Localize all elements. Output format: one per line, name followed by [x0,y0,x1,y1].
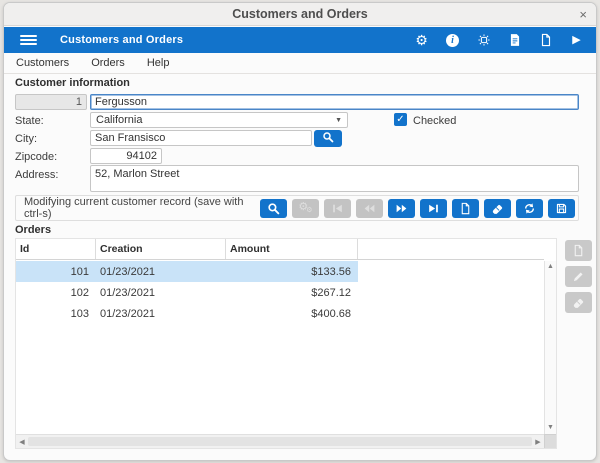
file-blank-icon [572,244,585,257]
next-record-button[interactable] [388,198,415,218]
menu-bar: Customers Orders Help [4,53,596,74]
close-icon[interactable]: × [579,3,587,26]
last-record-button[interactable] [420,198,447,218]
settings-gear-icon[interactable]: ⚙ [414,33,429,48]
pencil-icon [572,270,585,283]
checked-label: Checked [413,115,457,127]
column-header-amount[interactable]: Amount [226,239,358,259]
table-cell: 01/23/2021 [100,265,156,278]
window-titlebar[interactable]: Customers and Orders × [4,3,596,26]
table-cell: 103 [70,307,89,320]
search-icon [322,131,334,146]
refresh-icon [523,202,536,215]
table-cell: $267.12 [311,286,351,299]
scrollbar-corner [544,434,556,448]
save-button[interactable] [548,198,575,218]
city-label: City: [15,133,37,145]
delete-order-button [565,292,592,313]
record-status-bar: Modifying current customer record (save … [15,195,579,221]
horizontal-scrollbar[interactable]: ◀ ▶ [16,434,544,448]
blank-file-icon[interactable] [538,33,553,48]
run-play-icon[interactable]: ▶ [569,33,584,48]
zipcode-label: Zipcode: [15,151,58,163]
orders-table: Id Creation Amount 101 01/23/2021 $133.56 1… [15,238,557,449]
info-icon[interactable]: i [445,33,460,48]
table-cell: $400.68 [311,307,351,320]
state-select[interactable]: California ▼ [90,112,348,128]
save-icon [555,202,568,215]
search-record-button[interactable] [260,198,287,218]
customer-name-input[interactable] [90,94,579,110]
app-title: Customers and Orders [60,34,184,46]
appbar-icon-group: ⚙ i ▶ [414,33,584,48]
eraser-icon [572,296,585,309]
table-cell: 101 [70,265,89,278]
menu-customers[interactable]: Customers [16,57,69,69]
address-label: Address: [15,169,59,181]
preferences-chip-icon[interactable] [476,33,491,48]
scroll-up-icon[interactable]: ▲ [545,262,556,272]
table-row[interactable]: 103 01/23/2021 $400.68 [16,303,358,324]
orders-table-header: Id Creation Amount [16,239,544,260]
report-file-icon[interactable] [507,33,522,48]
column-header-empty [358,239,544,259]
erase-record-button[interactable] [484,198,511,218]
table-cell: 01/23/2021 [100,286,156,299]
menu-icon[interactable] [20,34,37,46]
first-record-button [324,198,351,218]
menu-orders[interactable]: Orders [91,57,125,69]
scroll-down-icon[interactable]: ▼ [545,423,556,433]
app-window: Customers and Orders × Customers and Ord… [3,2,597,461]
search-icon [267,202,280,215]
state-value: California [96,114,143,126]
state-label: State: [15,115,44,127]
eraser-icon [491,202,504,215]
chevron-down-icon: ▼ [335,116,342,124]
column-header-id[interactable]: Id [16,239,96,259]
status-message: Modifying current customer record (save … [24,196,244,220]
hscroll-thumb[interactable] [28,437,532,446]
new-record-button[interactable] [452,198,479,218]
scroll-left-icon[interactable]: ◀ [16,435,28,448]
vertical-scrollbar[interactable]: ▲ ▼ [544,261,556,434]
address-textarea[interactable]: 52, Marlon Street [90,165,579,192]
skip-end-icon [427,202,440,215]
previous-record-button [356,198,383,218]
scroll-right-icon[interactable]: ▶ [532,435,544,448]
customer-section-title: Customer information [15,77,130,89]
file-blank-icon [459,202,472,215]
city-search-button[interactable] [314,130,342,147]
actions-cogs-button: ⚙⚙ [292,198,319,218]
zipcode-input[interactable] [90,148,162,164]
refresh-button[interactable] [516,198,543,218]
checked-checkbox[interactable] [394,113,407,126]
menu-help[interactable]: Help [147,57,170,69]
table-cell: $133.56 [311,265,351,278]
customer-id-field [15,94,87,110]
table-row[interactable]: 102 01/23/2021 $267.12 [16,282,358,303]
new-order-button [565,240,592,261]
record-toolbar: ⚙⚙ [260,198,575,218]
skip-start-icon [331,202,344,215]
orders-table-body: 101 01/23/2021 $133.56 102 01/23/2021 $267.12… [16,261,544,434]
column-header-creation[interactable]: Creation [96,239,226,259]
edit-order-button [565,266,592,287]
orders-side-toolbar [565,240,592,313]
window-title: Customers and Orders [232,7,368,21]
orders-section-title: Orders [15,224,52,236]
table-row[interactable]: 101 01/23/2021 $133.56 [16,261,358,282]
rewind-icon [363,202,376,215]
cogs-icon: ⚙⚙ [298,201,313,215]
city-input[interactable] [90,130,312,146]
app-toolbar: Customers and Orders ⚙ i ▶ [4,27,596,53]
table-cell: 102 [70,286,89,299]
fast-forward-icon [395,202,408,215]
table-cell: 01/23/2021 [100,307,156,320]
